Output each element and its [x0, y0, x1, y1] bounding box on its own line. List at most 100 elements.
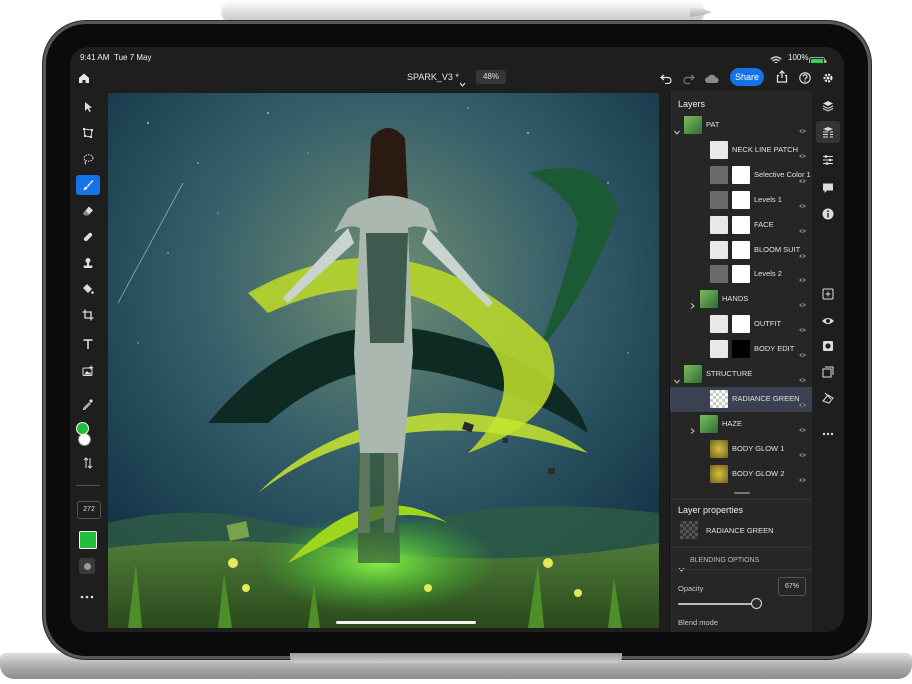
- brush-settings-button[interactable]: [79, 558, 95, 574]
- foreground-color-swatch[interactable]: [76, 422, 89, 435]
- layer-properties-title: Layer properties: [678, 505, 744, 515]
- place-image-tool[interactable]: [76, 361, 100, 381]
- visibility-eye-icon[interactable]: [798, 295, 807, 308]
- clear-layer-icon[interactable]: [822, 391, 834, 404]
- layer-row[interactable]: HANDS: [670, 287, 813, 312]
- opacity-value-field[interactable]: 67%: [778, 577, 806, 596]
- artwork-image: [108, 93, 659, 628]
- transform-icon: [83, 128, 93, 138]
- visibility-eye-icon[interactable]: [798, 146, 807, 158]
- redo-icon[interactable]: [683, 71, 695, 85]
- layer-row[interactable]: Levels 1: [670, 188, 813, 213]
- swap-colors-button[interactable]: [76, 453, 100, 473]
- adjustments-sliders-icon[interactable]: [822, 153, 834, 165]
- layer-name: HAZE: [722, 418, 743, 428]
- undo-icon[interactable]: [660, 71, 672, 85]
- opacity-slider-handle[interactable]: [751, 598, 763, 609]
- layer-row[interactable]: RADIANCE GREEN: [670, 386, 813, 412]
- opacity-label: Opacity: [678, 584, 704, 593]
- layer-row[interactable]: NECK LINE PATCH: [670, 138, 813, 163]
- layer-name: Levels 1: [754, 194, 782, 204]
- layer-row[interactable]: FACE: [670, 213, 813, 238]
- document-title[interactable]: SPARK_V3 *: [407, 72, 459, 82]
- chevron-down-icon[interactable]: [459, 74, 466, 87]
- visibility-eye-icon[interactable]: [798, 345, 807, 357]
- layer-row[interactable]: HAZE: [670, 412, 813, 437]
- layer-thumbnail: [684, 365, 702, 383]
- more-tools-icon[interactable]: [80, 586, 94, 599]
- layer-thumbnail: [710, 265, 728, 284]
- multitasking-dots-icon[interactable]: [451, 55, 463, 68]
- share-button[interactable]: Share: [730, 68, 764, 86]
- visibility-eye-icon[interactable]: [798, 420, 807, 432]
- panel-resize-handle[interactable]: [734, 492, 750, 494]
- visibility-eye-icon[interactable]: [798, 445, 807, 457]
- lasso-tool[interactable]: [76, 149, 100, 169]
- bandage-icon: [83, 232, 93, 242]
- layers-stack-icon[interactable]: [822, 99, 834, 112]
- mask-icon[interactable]: [822, 339, 834, 351]
- layer-row[interactable]: BODY GLOW 1: [670, 437, 813, 462]
- layer-row[interactable]: BODY EDIT: [670, 337, 813, 362]
- fill-tool[interactable]: [76, 279, 100, 299]
- more-options-icon[interactable]: [822, 423, 834, 436]
- opacity-slider-track[interactable]: [678, 603, 756, 605]
- layer-row[interactable]: OUTFIT: [670, 312, 813, 337]
- image-icon: [82, 365, 93, 376]
- layer-name: RADIANCE GREEN: [732, 393, 800, 403]
- info-icon[interactable]: [822, 207, 834, 220]
- visibility-eye-icon[interactable]: [798, 470, 807, 482]
- layer-details-button[interactable]: [816, 121, 840, 143]
- arrange-layer-icon[interactable]: [822, 365, 834, 378]
- layer-thumbnail: [710, 464, 728, 483]
- move-tool[interactable]: [76, 97, 100, 117]
- visibility-eye-icon[interactable]: [798, 320, 807, 332]
- comment-icon[interactable]: [822, 181, 834, 193]
- zoom-level[interactable]: 48%: [476, 70, 506, 84]
- layer-row[interactable]: BLOOM SUIT: [670, 238, 813, 263]
- visibility-eye-icon[interactable]: [798, 270, 807, 283]
- color-picker-button[interactable]: [79, 531, 97, 549]
- gear-icon[interactable]: [822, 71, 834, 83]
- clone-tool[interactable]: [76, 253, 100, 273]
- layer-name: BODY GLOW 1: [732, 443, 785, 453]
- healing-tool[interactable]: [76, 227, 100, 247]
- layer-name: NECK LINE PATCH: [732, 144, 798, 154]
- add-layer-icon[interactable]: [822, 287, 834, 300]
- home-indicator[interactable]: [336, 621, 476, 624]
- home-icon[interactable]: [78, 71, 90, 83]
- layer-row[interactable]: STRUCTURE: [670, 362, 813, 387]
- layer-mask-thumbnail: [732, 340, 750, 359]
- layer-name: BODY EDIT: [754, 344, 795, 354]
- visibility-eye-icon[interactable]: [798, 171, 807, 183]
- eraser-tool[interactable]: [76, 201, 100, 221]
- visibility-eye-icon[interactable]: [798, 395, 807, 407]
- type-tool[interactable]: [76, 334, 100, 354]
- layer-row[interactable]: PAT: [670, 113, 813, 138]
- visibility-eye-icon[interactable]: [821, 313, 835, 324]
- cloud-icon[interactable]: [704, 71, 720, 83]
- layer-row[interactable]: Selective Color 1: [670, 163, 813, 188]
- visibility-eye-icon[interactable]: [798, 221, 807, 233]
- brush-size-field[interactable]: 272: [77, 501, 101, 519]
- visibility-eye-icon[interactable]: [798, 121, 807, 133]
- chevron-down-icon[interactable]: [678, 559, 685, 572]
- panel-rail: [812, 91, 844, 632]
- help-icon[interactable]: [799, 71, 811, 84]
- layer-row[interactable]: Levels 2: [670, 262, 813, 287]
- visibility-eye-icon[interactable]: [798, 196, 807, 208]
- layer-thumbnail: [710, 140, 728, 159]
- eyedropper-tool[interactable]: [76, 394, 100, 414]
- brush-tool[interactable]: [76, 175, 100, 195]
- visibility-eye-icon[interactable]: [798, 246, 807, 258]
- layer-row[interactable]: BODY GLOW 2: [670, 462, 813, 487]
- blending-options-header[interactable]: BLENDING OPTIONS: [690, 557, 759, 564]
- layer-thumbnail: [710, 190, 728, 209]
- background-color-swatch[interactable]: [78, 433, 91, 446]
- brush-icon: [83, 180, 94, 190]
- document-canvas[interactable]: [108, 93, 659, 628]
- visibility-eye-icon[interactable]: [798, 370, 807, 382]
- export-icon[interactable]: [776, 70, 788, 83]
- crop-tool[interactable]: [76, 305, 100, 325]
- transform-tool[interactable]: [76, 123, 100, 143]
